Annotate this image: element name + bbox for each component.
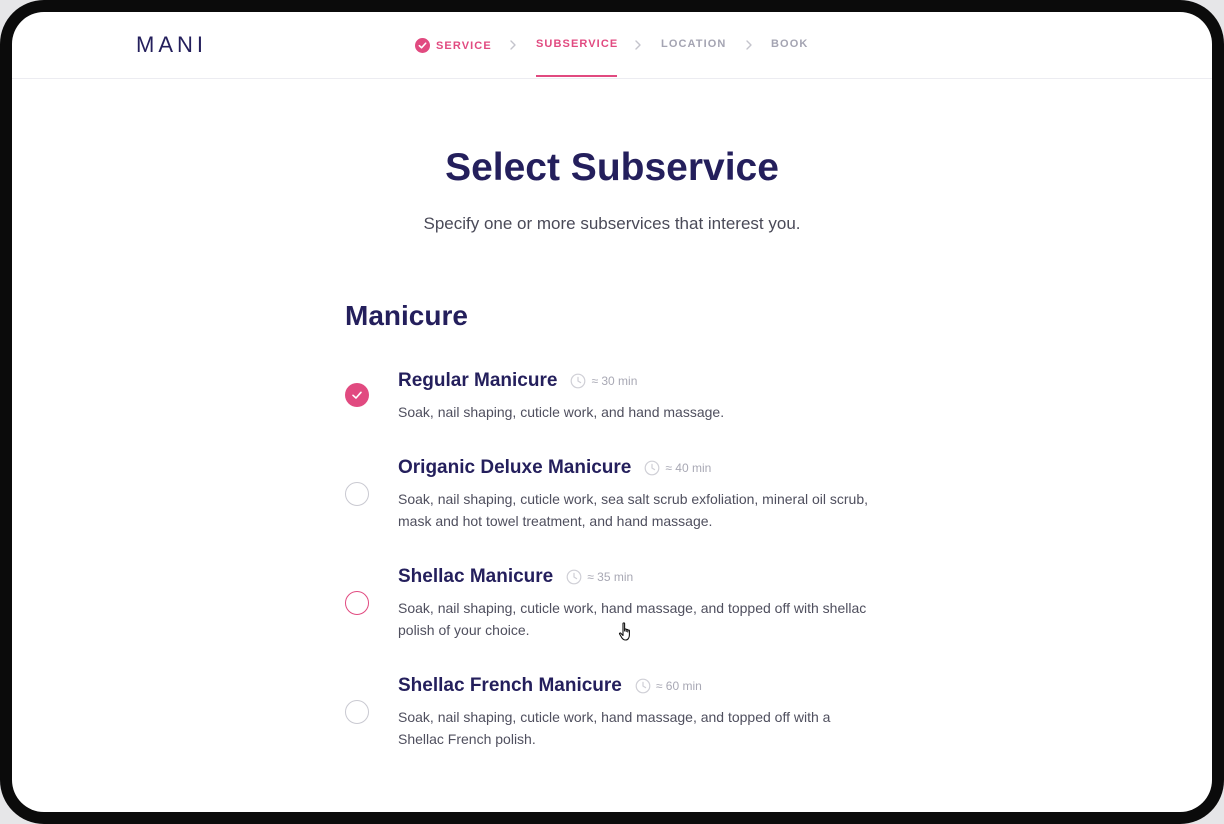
booking-steps: SERVICE SUBSERVICE LOCATION BOOK bbox=[12, 12, 1212, 78]
option-name: Regular Manicure bbox=[398, 370, 558, 391]
step-label: SUBSERVICE bbox=[536, 38, 619, 50]
clock-icon bbox=[644, 460, 660, 476]
check-icon bbox=[352, 391, 362, 399]
subservice-option-shellac-french-manicure[interactable]: Shellac French Manicure ≈ 60 min Soak, n… bbox=[345, 674, 885, 758]
option-name: Origanic Deluxe Manicure bbox=[398, 457, 632, 478]
option-name: Shellac Manicure bbox=[398, 566, 554, 587]
option-header: Shellac Manicure ≈ 35 min bbox=[398, 566, 633, 588]
option-description: Soak, nail shaping, cuticle work, sea sa… bbox=[398, 491, 868, 529]
clock-icon bbox=[635, 678, 651, 694]
step-label: BOOK bbox=[771, 38, 809, 50]
option-duration: ≈ 60 min bbox=[655, 679, 702, 693]
option-duration: ≈ 30 min bbox=[591, 374, 638, 388]
page-title: Select Subservice bbox=[445, 146, 779, 189]
subservice-option-regular-manicure[interactable]: Regular Manicure ≈ 30 min Soak, nail sha… bbox=[345, 368, 885, 428]
selection-checkbox[interactable] bbox=[345, 383, 369, 407]
chevron-right-icon bbox=[746, 40, 752, 50]
selection-checkbox[interactable] bbox=[345, 482, 369, 506]
top-navigation-bar: MANI SERVICE SUBSERVICE LOCATION BOOK bbox=[12, 12, 1212, 79]
chevron-right-icon bbox=[635, 40, 641, 50]
option-description: Soak, nail shaping, cuticle work, hand m… bbox=[398, 600, 867, 638]
step-location[interactable]: LOCATION bbox=[661, 38, 726, 50]
app-screen: MANI SERVICE SUBSERVICE LOCATION BOOK Se… bbox=[12, 12, 1212, 812]
step-book[interactable]: BOOK bbox=[771, 38, 808, 50]
option-header: Regular Manicure ≈ 30 min bbox=[398, 370, 637, 392]
clock-icon bbox=[571, 373, 586, 389]
subservice-option-organic-deluxe-manicure[interactable]: Origanic Deluxe Manicure ≈ 40 min Soak, … bbox=[345, 456, 885, 540]
selection-checkbox[interactable] bbox=[345, 700, 369, 724]
active-step-indicator bbox=[536, 75, 617, 77]
option-duration: ≈ 35 min bbox=[587, 570, 634, 584]
chevron-right-icon bbox=[510, 40, 516, 50]
option-description: Soak, nail shaping, cuticle work, and ha… bbox=[398, 404, 725, 420]
page-subtitle: Specify one or more subservices that int… bbox=[423, 214, 801, 233]
option-name: Shellac French Manicure bbox=[398, 675, 622, 696]
option-header: Shellac French Manicure ≈ 60 min bbox=[398, 675, 702, 697]
clock-icon bbox=[566, 569, 582, 585]
option-description: Soak, nail shaping, cuticle work, hand m… bbox=[398, 709, 831, 747]
hand-pointer-cursor-icon bbox=[618, 622, 630, 641]
option-header: Origanic Deluxe Manicure ≈ 40 min bbox=[398, 457, 711, 479]
section-title-manicure: Manicure bbox=[345, 300, 468, 331]
check-circle-icon bbox=[415, 38, 430, 53]
device-frame: MANI SERVICE SUBSERVICE LOCATION BOOK Se… bbox=[0, 0, 1224, 824]
step-label: LOCATION bbox=[661, 38, 727, 50]
step-service[interactable]: SERVICE bbox=[415, 38, 492, 53]
option-duration: ≈ 40 min bbox=[665, 461, 712, 475]
subservice-option-shellac-manicure[interactable]: Shellac Manicure ≈ 35 min Soak, nail sha… bbox=[345, 565, 885, 649]
selection-checkbox[interactable] bbox=[345, 591, 369, 615]
step-label: SERVICE bbox=[436, 39, 492, 52]
step-subservice[interactable]: SUBSERVICE bbox=[536, 38, 618, 50]
